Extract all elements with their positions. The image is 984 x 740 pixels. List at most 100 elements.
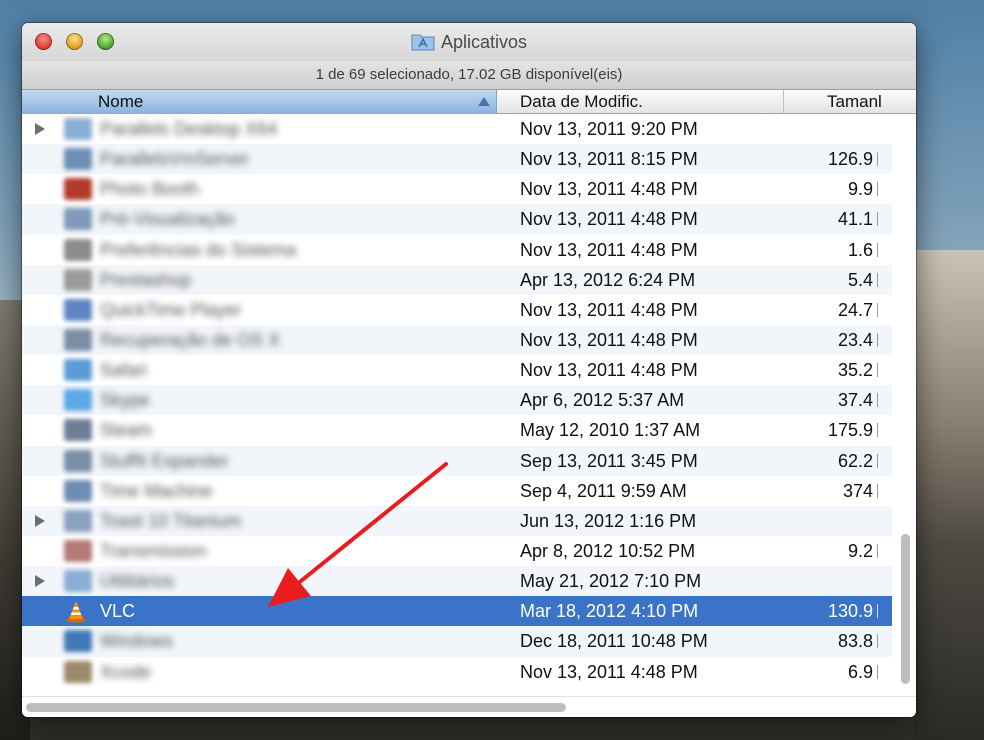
file-name: Transmission	[100, 540, 207, 561]
file-size: 126.9	[782, 144, 884, 174]
file-size-value: 175.9	[827, 420, 873, 441]
file-name: Prestashop	[100, 269, 192, 290]
file-size-value: 6.9	[847, 661, 873, 682]
file-date: May 21, 2012 7:10 PM	[520, 571, 702, 592]
app-icon	[64, 389, 92, 412]
list-item[interactable]: Photo Booth Nov 13, 2011 4:48 PM 9.9	[22, 174, 892, 204]
file-size: 5.4	[782, 265, 884, 295]
column-header-date[interactable]: Data de Modific.	[498, 90, 784, 113]
file-name: Time Machine	[100, 480, 213, 501]
disclosure-triangle-icon[interactable]	[35, 123, 45, 135]
file-date: Nov 13, 2011 4:48 PM	[520, 329, 698, 350]
app-icon	[64, 268, 92, 291]
size-unit-cut	[877, 332, 884, 347]
list-item[interactable]: Utilitários May 21, 2012 7:10 PM	[22, 566, 892, 597]
size-unit-cut	[877, 423, 884, 438]
file-size: 6.9	[782, 657, 884, 687]
list-item[interactable]: ParallelsVmServer Nov 13, 2011 8:15 PM 126…	[22, 144, 892, 175]
desktop-background-right	[914, 250, 984, 740]
file-size: 9.9	[782, 174, 884, 204]
list-item[interactable]: Windows Dec 18, 2011 10:48 PM 83.8	[22, 626, 892, 657]
file-date: Apr 8, 2012 10:52 PM	[520, 540, 696, 561]
app-icon	[64, 660, 92, 683]
file-size: 83.8	[782, 626, 884, 656]
file-date: Nov 13, 2011 4:48 PM	[520, 299, 698, 320]
app-icon	[64, 328, 92, 351]
vertical-scroll-thumb[interactable]	[901, 534, 910, 684]
list-item[interactable]: QuickTime Player Nov 13, 2011 4:48 PM 24.7	[22, 295, 892, 325]
file-name: Utilitários	[100, 571, 175, 592]
app-icon	[64, 298, 92, 321]
size-unit-cut	[877, 363, 884, 378]
file-size: 23.4	[782, 325, 884, 355]
column-header-name[interactable]: Nome	[22, 90, 497, 113]
size-unit-cut	[877, 543, 884, 558]
file-name: ParallelsVmServer	[100, 149, 250, 170]
app-icon	[64, 479, 92, 502]
file-size: 37.4	[782, 385, 884, 415]
list-item[interactable]: Toast 10 Titanium Jun 13, 2012 1:16 PM	[22, 505, 892, 536]
size-unit-cut	[877, 242, 884, 257]
size-unit-cut	[877, 302, 884, 317]
file-size: 374	[782, 476, 884, 506]
list-item[interactable]: StuffIt Expander Sep 13, 2011 3:45 PM 62.2	[22, 445, 892, 476]
list-item[interactable]: Prestashop Apr 13, 2012 6:24 PM 5.4	[22, 264, 892, 295]
sort-ascending-icon	[478, 97, 490, 106]
size-unit-cut	[877, 453, 884, 468]
column-header-size[interactable]: Tamanl	[785, 90, 916, 113]
file-date: Nov 13, 2011 9:20 PM	[520, 119, 698, 139]
folder-icon	[64, 570, 92, 593]
list-item-selected[interactable]: VLC Mar 18, 2012 4:10 PM 130.9	[22, 596, 892, 627]
file-size-value: 5.4	[847, 269, 873, 290]
size-unit-cut	[877, 483, 884, 498]
file-size-value: 35.2	[837, 360, 873, 381]
list-item[interactable]: Steam May 12, 2010 1:37 AM 175.9	[22, 415, 892, 445]
vertical-scrollbar[interactable]	[898, 114, 912, 695]
list-item[interactable]: Safari Nov 13, 2011 4:48 PM 35.2	[22, 355, 892, 385]
size-unit-cut	[877, 212, 884, 227]
file-date: Apr 6, 2012 5:37 AM	[520, 390, 685, 411]
list-item[interactable]: Pré-Visualização Nov 13, 2011 4:48 PM 41.1	[22, 204, 892, 235]
file-date: Apr 13, 2012 6:24 PM	[520, 269, 696, 290]
disclosure-triangle-icon[interactable]	[35, 575, 45, 588]
list-item[interactable]: Preferências do Sistema Nov 13, 2011 4:48…	[22, 235, 892, 265]
file-size: 1.6	[782, 235, 884, 265]
file-date: Nov 13, 2011 4:48 PM	[520, 360, 698, 381]
list-item[interactable]: Recuperação de OS X Nov 13, 2011 4:48 PM 2…	[22, 324, 892, 356]
status-bar: 1 de 69 selecionado, 17.02 GB disponível…	[22, 61, 916, 90]
size-unit-cut	[877, 664, 884, 679]
horizontal-scroll-thumb[interactable]	[26, 703, 566, 712]
file-name: VLC	[100, 601, 136, 622]
file-size: 9.2	[782, 536, 884, 566]
title-bar[interactable]: Aplicativos	[22, 23, 916, 61]
list-item[interactable]: Parallels Desktop X64 Nov 13, 2011 9:20 P…	[22, 114, 892, 144]
file-size: 175.9	[782, 415, 884, 445]
file-size-value: 374	[842, 480, 873, 501]
list-item[interactable]: Skype Apr 6, 2012 5:37 AM 37.4	[22, 385, 892, 416]
app-icon	[64, 208, 92, 231]
file-date: May 12, 2010 1:37 AM	[520, 420, 701, 441]
horizontal-scrollbar[interactable]	[22, 696, 916, 717]
list-item[interactable]: Xcode Nov 13, 2011 4:48 PM 6.9	[22, 657, 892, 687]
size-unit-cut	[877, 182, 884, 197]
folder-icon	[64, 118, 92, 140]
list-item[interactable]: Time Machine Sep 4, 2011 9:59 AM 374	[22, 476, 892, 506]
column-header-name-label: Nome	[98, 92, 144, 111]
window-title: Aplicativos	[440, 32, 528, 52]
size-unit-cut	[877, 634, 884, 649]
list-item[interactable]: Transmission Apr 8, 2012 10:52 PM 9.2	[22, 536, 892, 566]
disclosure-triangle-icon[interactable]	[35, 514, 45, 527]
file-date: Nov 13, 2011 4:48 PM	[520, 209, 698, 230]
file-date: Jun 13, 2012 1:16 PM	[520, 510, 697, 531]
file-size-value: 24.7	[837, 299, 873, 320]
window-title-area: Aplicativos	[22, 30, 916, 54]
file-name: Parallels Desktop X64	[100, 119, 278, 139]
size-unit-cut	[877, 393, 884, 408]
file-name: Preferências do Sistema	[100, 239, 297, 260]
file-size: 62.2	[782, 446, 884, 476]
app-icon	[64, 419, 92, 442]
app-icon	[64, 148, 92, 171]
file-size-value: 130.9	[827, 601, 873, 622]
file-name: Steam	[100, 420, 153, 441]
file-date: Mar 18, 2012 4:10 PM	[520, 601, 699, 622]
